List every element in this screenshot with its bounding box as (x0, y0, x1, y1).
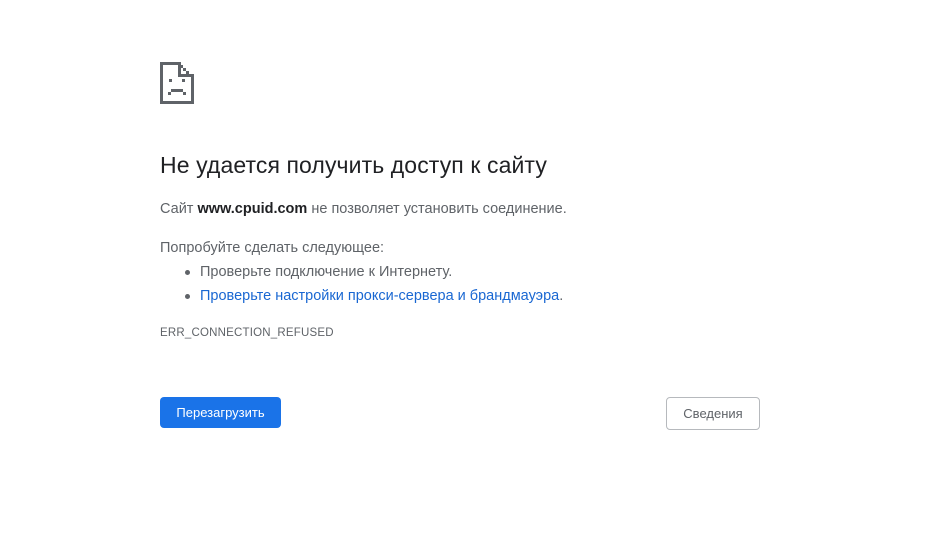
reload-button[interactable]: Перезагрузить (160, 397, 281, 428)
page-title: Не удается получить доступ к сайту (160, 152, 547, 178)
suggestions-list: Проверьте подключение к Интернету. Прове… (160, 260, 563, 308)
list-item: Проверьте настройки прокси-сервера и бра… (184, 284, 564, 308)
suggestion-text: Проверьте подключение к Интернету. (200, 264, 453, 280)
details-button[interactable]: Сведения (666, 397, 760, 430)
summary-prefix: Сайт (160, 201, 198, 217)
proxy-settings-link[interactable]: Проверьте настройки прокси-сервера и бра… (200, 288, 559, 304)
sad-page-icon (160, 62, 194, 104)
summary-suffix: не позволяет установить соединение. (307, 201, 567, 217)
summary-host: www.cpuid.com (197, 201, 308, 217)
error-code: ERR_CONNECTION_REFUSED (160, 327, 334, 339)
error-summary: Сайт www.cpuid.com не позволяет установи… (160, 201, 567, 217)
suggestions-heading: Попробуйте сделать следующее: (160, 240, 385, 256)
suggestion-suffix: . (559, 288, 564, 304)
list-item: Проверьте подключение к Интернету. (184, 260, 563, 284)
